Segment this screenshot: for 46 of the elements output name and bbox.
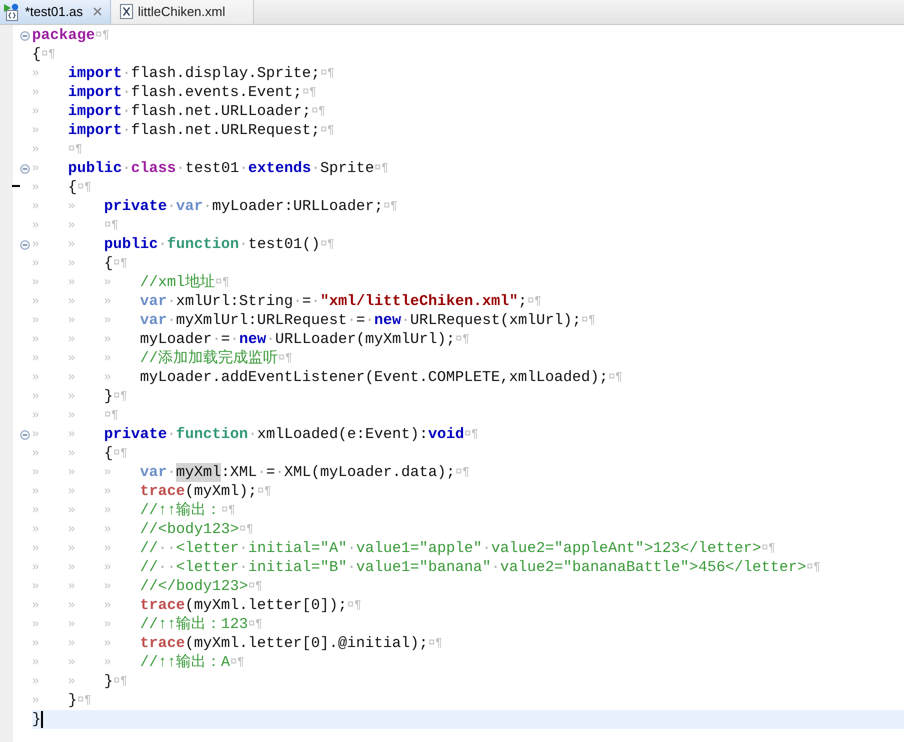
code-line: » » public·function·test01()¤¶	[32, 235, 336, 254]
code-line: » » » myLoader·=·new·URLLoader(myXmlUrl);¤¶	[32, 330, 471, 349]
xml-file-icon	[120, 4, 133, 19]
close-icon[interactable]	[92, 7, 102, 16]
code-line: » » {¤¶	[32, 444, 128, 463]
code-line: » » » myLoader.addEventListener(Event.COMPLETE,xmlLoaded);¤¶	[32, 368, 624, 387]
code-line: » {¤¶	[32, 178, 92, 197]
code-line: » » » //··<letter·initial="A"·value1="apple"·value2="appleAnt">123</letter>¤¶	[32, 539, 777, 558]
editor-tab[interactable]: littleChiken.xml	[110, 0, 254, 24]
code-line: » » }¤¶	[32, 387, 128, 406]
code-line: » » » var·xmlUrl:String·=·"xml/littleChiken.xml";¤¶	[32, 292, 543, 311]
code-line: » » » var·myXml:XML·=·XML(myLoader.data);¤¶	[32, 463, 471, 482]
code-line: » » » //↑↑输出：A¤¶	[32, 653, 246, 672]
code-line: » » » var·myXmlUrl:URLRequest·=·new·URLRequest(xmlUrl);¤¶	[32, 311, 597, 330]
code-line: » » » //↑↑输出：¤¶	[32, 501, 236, 520]
code-line: » import·flash.net.URLLoader;¤¶	[32, 102, 326, 121]
code-line: » }¤¶	[32, 691, 92, 710]
code-line: package¤¶	[32, 26, 110, 45]
collapse-icon[interactable]	[20, 164, 30, 174]
code-line: » import·flash.display.Sprite;¤¶	[32, 64, 336, 83]
collapse-icon[interactable]	[20, 30, 30, 40]
code-line: » » » //xml地址¤¶	[32, 273, 230, 292]
code-line: » ¤¶	[32, 141, 84, 158]
code-line: » » » //<body123>¤¶	[32, 520, 254, 539]
code-line: » » }¤¶	[32, 672, 128, 691]
collapse-icon[interactable]	[20, 240, 30, 250]
code-line: » » ¤¶	[32, 407, 120, 424]
code-line: » » » //··<letter·initial="B"·value1="banana"·value2="bananaBattle">456</letter>¤¶	[32, 558, 822, 577]
editor-tab[interactable]: *test01.as	[0, 0, 111, 24]
code-line: » » » trace(myXml.letter[0].@initial);¤¶	[32, 634, 444, 653]
code-line: » » » trace(myXml);¤¶	[32, 482, 272, 501]
code-line: » » ¤¶	[32, 217, 120, 234]
code-line: » » private·function·xmlLoaded(e:Event):void¤¶	[32, 425, 480, 444]
collapse-icon[interactable]	[20, 430, 30, 440]
code-line: » » » trace(myXml.letter[0]);¤¶	[32, 596, 362, 615]
code-line: » » » //添加加载完成监听¤¶	[32, 349, 294, 368]
code-line: {¤¶	[32, 45, 56, 64]
code-line: » » » //↑↑输出：123¤¶	[32, 615, 264, 634]
script-file-icon	[3, 2, 21, 20]
code-line: » import·flash.net.URLRequest;¤¶	[32, 121, 336, 140]
text-cursor	[41, 711, 44, 728]
code-line: » import·flash.events.Event;¤¶	[32, 83, 318, 102]
code-line: » » » //</body123>¤¶	[32, 577, 264, 596]
code-line: » public·class·test01·extends·Sprite¤¶	[32, 159, 390, 178]
code-line: » » {¤¶	[32, 254, 128, 273]
code-line: » » private·var·myLoader:URLLoader;¤¶	[32, 197, 398, 216]
